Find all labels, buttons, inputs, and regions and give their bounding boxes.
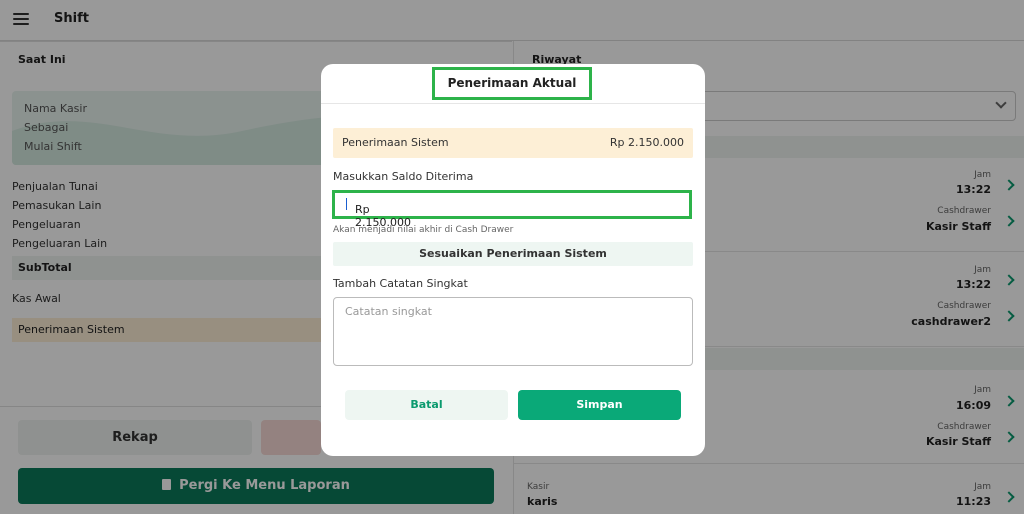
received-balance-input[interactable]: Rp 2.150.000 (332, 190, 692, 229)
system-receipt-summary: Penerimaan Sistem Rp 2.150.000 (333, 128, 693, 158)
save-button[interactable]: Simpan (518, 390, 681, 420)
actual-receipt-dialog: Penerimaan Aktual Penerimaan Sistem Rp 2… (321, 64, 705, 456)
note-placeholder: Catatan singkat (345, 305, 432, 318)
note-label: Tambah Catatan Singkat (333, 277, 468, 290)
dialog-header: Penerimaan Aktual (321, 64, 705, 104)
dialog-title: Penerimaan Aktual (432, 67, 592, 100)
system-receipt-label: Penerimaan Sistem (342, 136, 449, 149)
cancel-button[interactable]: Batal (345, 390, 508, 420)
cash-drawer-hint: Akan menjadi nilai akhir di Cash Drawer (333, 225, 514, 235)
received-balance-label: Masukkan Saldo Diterima (333, 170, 474, 183)
note-textarea[interactable]: Catatan singkat (333, 297, 693, 366)
text-cursor (346, 198, 347, 210)
system-receipt-value: Rp 2.150.000 (609, 136, 684, 149)
adjust-system-receipt-button[interactable]: Sesuaikan Penerimaan Sistem (333, 242, 693, 266)
